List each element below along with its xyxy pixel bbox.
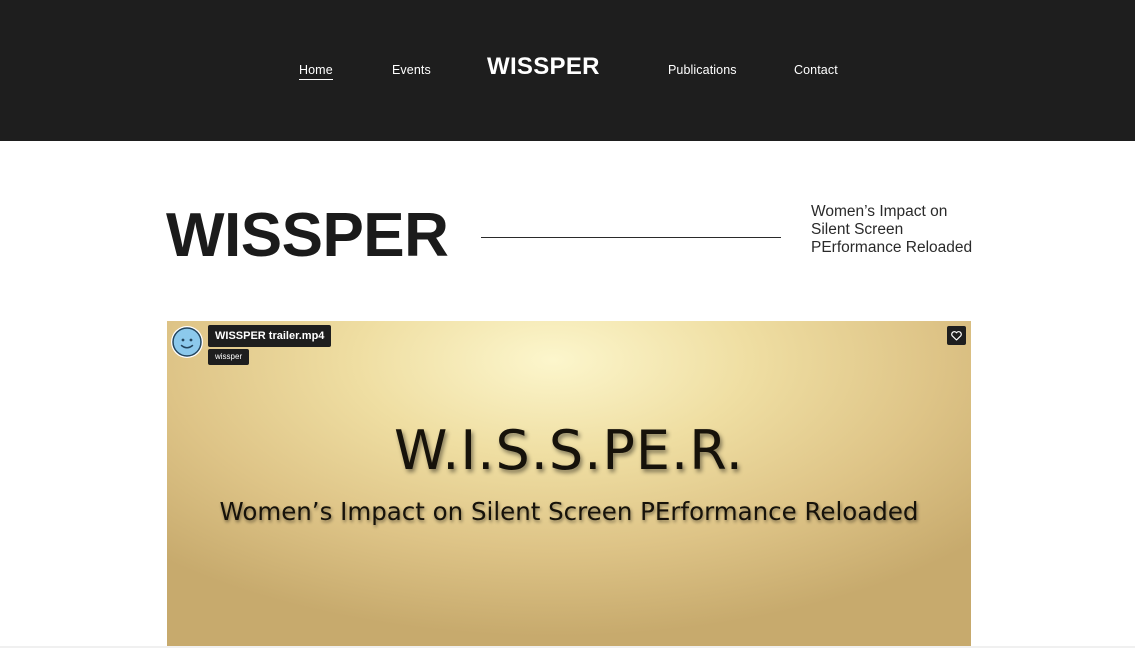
heart-icon bbox=[951, 330, 962, 341]
nav-events-link[interactable]: Events bbox=[392, 63, 431, 77]
title-divider bbox=[481, 237, 781, 238]
video-player[interactable]: W.I.S.S.PE.R. Women’s Impact on Silent S… bbox=[167, 321, 971, 646]
video-filename[interactable]: WISSPER trailer.mp4 bbox=[208, 325, 332, 347]
video-headline: W.I.S.S.PE.R. bbox=[394, 419, 744, 482]
avatar[interactable] bbox=[171, 326, 203, 358]
video-tagline: Women’s Impact on Silent Screen PErforma… bbox=[219, 497, 919, 526]
nav-contact-link[interactable]: Contact bbox=[794, 63, 838, 77]
page-title: WISSPER bbox=[166, 201, 449, 270]
site-header: Home Events WISSPER Publications Contact bbox=[0, 0, 1135, 141]
channel-tag[interactable]: wissper bbox=[208, 349, 250, 365]
nav-publications-link[interactable]: Publications bbox=[668, 63, 737, 77]
site-logo[interactable]: WISSPER bbox=[487, 53, 600, 81]
avatar-face-icon bbox=[172, 327, 202, 357]
nav-home-link[interactable]: Home bbox=[299, 63, 333, 80]
page-subtitle: Women’s Impact on Silent Screen PErforma… bbox=[811, 203, 973, 256]
like-button[interactable] bbox=[947, 326, 966, 345]
